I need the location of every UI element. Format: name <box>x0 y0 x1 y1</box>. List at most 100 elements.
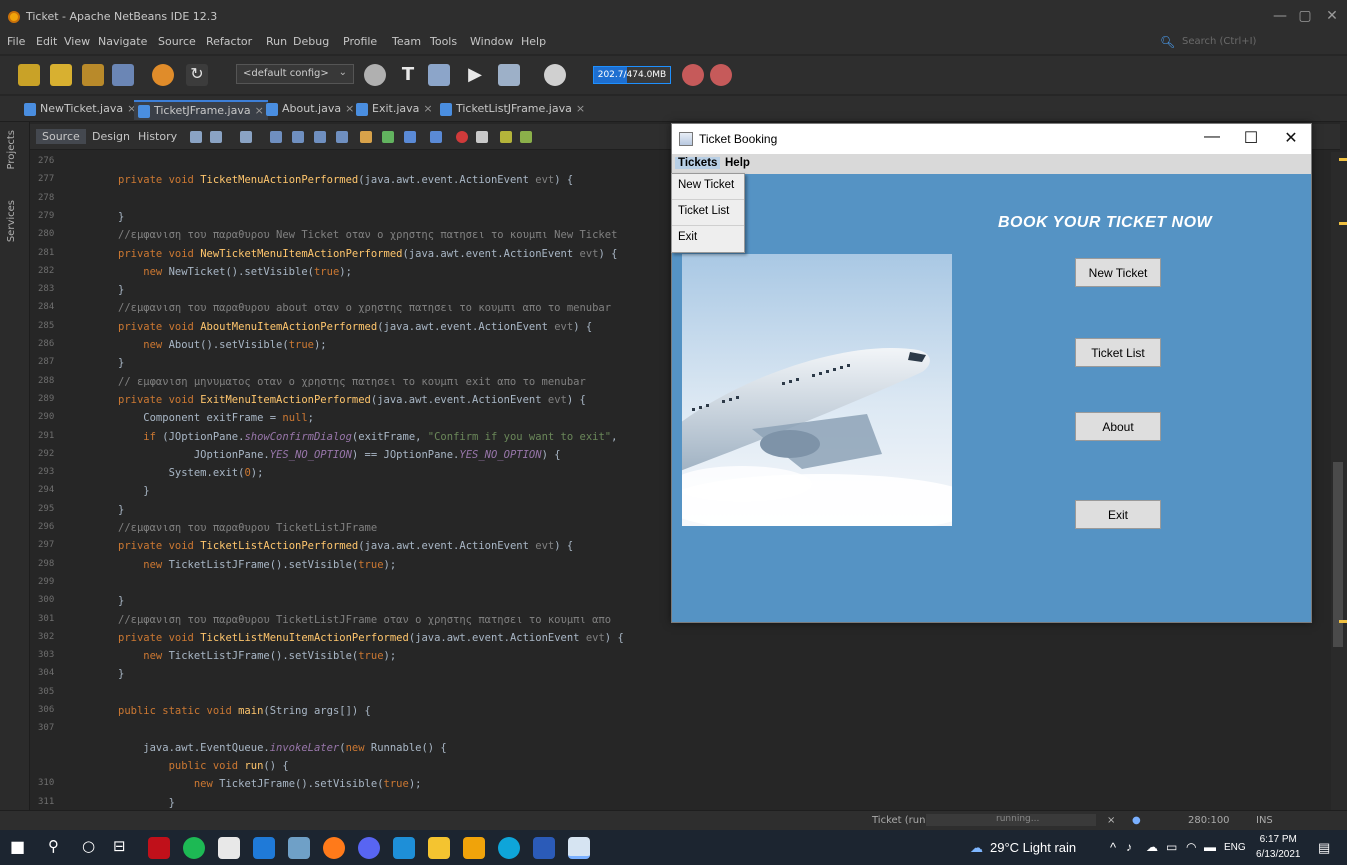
last-edit-icon[interactable] <box>190 131 202 143</box>
firefox-icon[interactable] <box>323 837 345 859</box>
keyboard-icon[interactable]: ▬ <box>1204 840 1216 854</box>
menu-navigate[interactable]: Navigate <box>98 35 147 48</box>
stop-macro-icon[interactable] <box>476 131 488 143</box>
ide-restore-button[interactable]: ▢ <box>1295 8 1315 24</box>
task-view-icon[interactable]: ⊟ <box>113 837 135 859</box>
code-line[interactable]: new NewTicket().setVisible(true); <box>118 262 352 282</box>
new-file-icon[interactable] <box>18 64 40 86</box>
windows-start-icon[interactable]: ■ <box>10 837 32 859</box>
menu-refactor[interactable]: Refactor <box>206 35 252 48</box>
menu-edit[interactable]: Edit <box>36 35 57 48</box>
code-line[interactable]: //εμφανιση του παραθυρου about οταν ο χρ… <box>118 298 611 318</box>
code-line[interactable]: } <box>118 481 149 501</box>
swing-maximize-button[interactable]: ☐ <box>1236 128 1266 148</box>
open-project-icon[interactable] <box>82 64 104 86</box>
outlook-icon[interactable] <box>393 837 415 859</box>
tab-close-icon[interactable]: × <box>576 102 585 115</box>
speaker-icon[interactable]: ♪ <box>1126 840 1132 854</box>
shift-right-icon[interactable] <box>382 131 394 143</box>
code-line[interactable]: } <box>118 207 124 227</box>
error-stripe-mark[interactable] <box>1339 158 1347 161</box>
about-button[interactable]: About <box>1075 412 1161 441</box>
mail-icon[interactable] <box>253 837 275 859</box>
forward-icon[interactable] <box>240 131 252 143</box>
code-line[interactable]: private void AboutMenuItemActionPerforme… <box>118 317 592 337</box>
next-bookmark-icon[interactable] <box>430 131 442 143</box>
menu-team[interactable]: Team <box>392 35 421 48</box>
tab-source[interactable]: Source <box>36 129 86 144</box>
code-line[interactable]: } <box>118 591 124 611</box>
onedrive-icon[interactable]: ☁ <box>1146 840 1158 854</box>
tab-exit[interactable]: Exit.java × <box>352 100 437 120</box>
menu-help[interactable]: Help <box>521 35 546 48</box>
ide-close-button[interactable]: ✕ <box>1322 8 1342 24</box>
netbeans-taskbar-icon[interactable] <box>463 837 485 859</box>
code-line[interactable]: new TicketListJFrame().setVisible(true); <box>118 555 396 575</box>
menu-profile[interactable]: Profile <box>343 35 377 48</box>
tab-close-icon[interactable]: × <box>423 102 432 115</box>
config-select[interactable]: <default config> ⌄ <box>236 64 354 84</box>
find-next-icon[interactable] <box>314 131 326 143</box>
discord-icon[interactable] <box>358 837 380 859</box>
code-line[interactable]: public static void main(String args[]) { <box>118 701 371 721</box>
code-line[interactable]: public void run() { <box>118 756 289 776</box>
cancel-run-icon[interactable]: × <box>1107 815 1115 826</box>
tab-ticketjframe[interactable]: TicketJFrame.java × <box>134 100 268 120</box>
menu-file[interactable]: File <box>7 35 25 48</box>
code-line[interactable]: private void TicketListMenuItemActionPer… <box>118 628 624 648</box>
error-stripe-mark[interactable] <box>1339 620 1347 623</box>
swing-minimize-button[interactable]: — <box>1197 128 1227 146</box>
code-line[interactable]: //εμφανιση του παραθυρου TicketListJFram… <box>118 518 377 538</box>
code-line[interactable]: System.exit(0); <box>118 463 264 483</box>
code-line[interactable]: private void TicketMenuActionPerformed(j… <box>118 170 573 190</box>
uncomment-icon[interactable] <box>520 131 532 143</box>
error-stripe-mark[interactable] <box>1339 222 1347 225</box>
profile-icon[interactable] <box>544 64 566 86</box>
menu-run[interactable]: Run <box>266 35 287 48</box>
prev-bookmark-icon[interactable] <box>404 131 416 143</box>
code-line[interactable]: } <box>118 353 124 373</box>
battery-icon[interactable]: ▭ <box>1166 840 1177 854</box>
code-line[interactable]: new About().setVisible(true); <box>118 335 326 355</box>
code-line[interactable]: JOptionPane.YES_NO_OPTION) == JOptionPan… <box>118 445 561 465</box>
find-previous-icon[interactable] <box>292 131 304 143</box>
spotify-icon[interactable] <box>183 837 205 859</box>
menu-source[interactable]: Source <box>158 35 196 48</box>
search-icon[interactable]: ⚲ <box>48 837 70 859</box>
tab-about[interactable]: About.java × <box>262 100 358 120</box>
menu-tools[interactable]: Tools <box>430 35 457 48</box>
run-icon[interactable]: ▶ <box>464 64 486 86</box>
projects-panel-tab[interactable]: Projects <box>6 130 17 169</box>
code-line[interactable]: private void ExitMenuItemActionPerformed… <box>118 390 586 410</box>
code-line[interactable]: Component exitFrame = null; <box>118 408 314 428</box>
code-line[interactable]: private void NewTicketMenuItemActionPerf… <box>118 244 617 264</box>
ide-minimize-button[interactable]: — <box>1270 8 1290 24</box>
exit-button[interactable]: Exit <box>1075 500 1161 529</box>
find-icon[interactable] <box>270 131 282 143</box>
ticket-list-button[interactable]: Ticket List <box>1075 338 1161 367</box>
code-line[interactable]: new TicketListJFrame().setVisible(true); <box>118 646 396 666</box>
record-macro-icon[interactable] <box>456 131 468 143</box>
debug-icon[interactable] <box>498 64 520 86</box>
code-line[interactable]: //εμφανιση του παραθυρου New Ticket οταν… <box>118 225 617 245</box>
menu-tickets[interactable]: Tickets <box>675 157 721 169</box>
code-line[interactable]: } <box>118 664 124 684</box>
comment-icon[interactable] <box>500 131 512 143</box>
code-line[interactable]: // εμφανιση μηνυματος οταν ο χρηστης πατ… <box>118 372 586 392</box>
new-project-icon[interactable] <box>50 64 72 86</box>
gc-secondary-icon[interactable] <box>710 64 732 86</box>
edge-icon[interactable] <box>498 837 520 859</box>
new-ticket-button[interactable]: New Ticket <box>1075 258 1161 287</box>
hammer-icon[interactable] <box>428 64 450 86</box>
dropdown-ticket-list[interactable]: Ticket List <box>672 200 744 226</box>
notifications-icon[interactable]: ● <box>1132 815 1141 826</box>
app-icon[interactable] <box>288 837 310 859</box>
cortana-icon[interactable]: ○ <box>82 837 104 859</box>
code-line[interactable]: if (JOptionPane.showConfirmDialog(exitFr… <box>118 427 617 447</box>
dropdown-new-ticket[interactable]: New Ticket <box>672 174 744 200</box>
code-line[interactable]: java.awt.EventQueue.invokeLater(new Runn… <box>118 738 446 758</box>
swing-close-button[interactable]: ✕ <box>1276 128 1306 148</box>
java-app-taskbar-icon[interactable] <box>568 837 590 859</box>
back-icon[interactable] <box>210 131 222 143</box>
netflix-icon[interactable] <box>148 837 170 859</box>
